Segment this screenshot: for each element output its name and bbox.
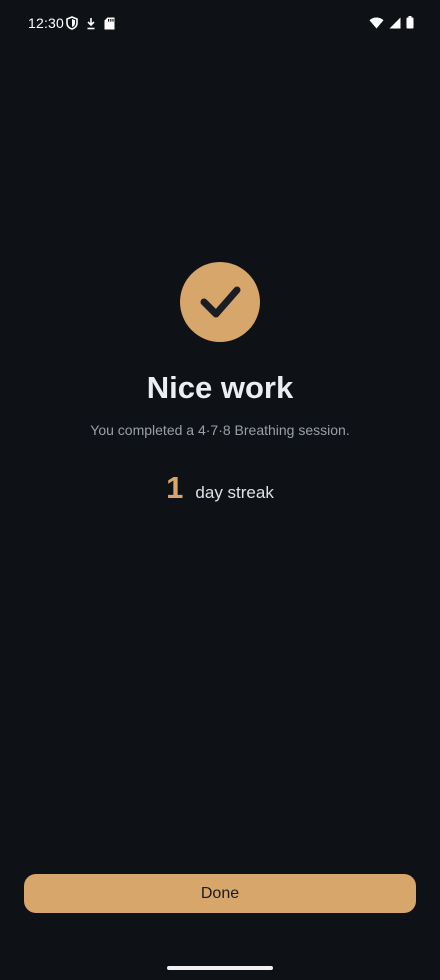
status-time: 12:30: [28, 15, 65, 31]
home-indicator[interactable]: [167, 966, 273, 970]
completion-badge: [180, 262, 260, 342]
sd-card-icon: [104, 17, 115, 30]
battery-icon: [406, 16, 414, 29]
status-bar: 12:30: [0, 0, 440, 48]
completion-message: You completed a 4·7·8 Breathing session.: [90, 422, 350, 438]
streak-label: day streak: [195, 483, 274, 502]
streak-count: 1: [166, 470, 184, 505]
wifi-icon: [369, 17, 384, 29]
done-button[interactable]: Done: [24, 874, 416, 913]
streak-display: 1 day streak: [0, 470, 440, 506]
status-right-icons: [369, 16, 414, 29]
cell-signal-icon: [389, 17, 401, 29]
download-icon: [86, 17, 96, 30]
completion-headline: Nice work: [146, 370, 294, 405]
shield-icon: [66, 16, 78, 30]
status-left-icons: [66, 16, 115, 30]
